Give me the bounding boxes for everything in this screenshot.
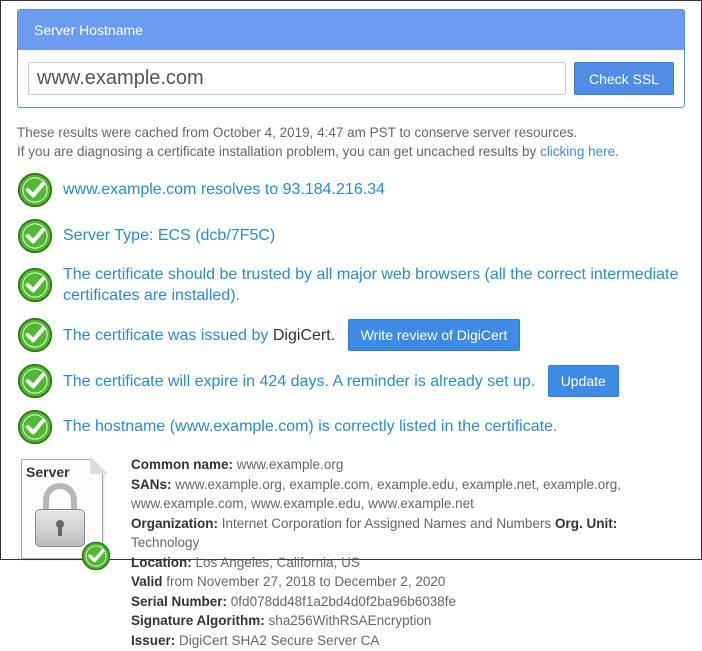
check-icon	[17, 267, 53, 303]
server-label: Server	[26, 464, 70, 480]
check-icon	[17, 409, 53, 445]
check-icon	[81, 541, 111, 571]
result-trusted: The certificate should be trusted by all…	[17, 264, 685, 307]
result-text: The certificate was issued by DigiCert. …	[63, 319, 520, 351]
uncached-link[interactable]: clicking here	[540, 144, 615, 159]
certificate-details: Server Common name: www.example.org SANs…	[17, 455, 685, 651]
cache-note-line2: If you are diagnosing a certificate inst…	[17, 143, 685, 162]
result-issuer: The certificate was issued by DigiCert. …	[17, 317, 685, 353]
check-icon	[17, 363, 53, 399]
check-icon	[17, 317, 53, 353]
result-server-type: Server Type: ECS (dcb/7F5C)	[17, 218, 685, 254]
hostname-input[interactable]	[28, 62, 566, 95]
write-review-button[interactable]: Write review of DigiCert	[348, 319, 521, 351]
result-text: The hostname (www.example.com) is correc…	[63, 416, 557, 438]
update-reminder-button[interactable]: Update	[548, 365, 619, 397]
result-text: www.example.com resolves to 93.184.216.3…	[63, 179, 385, 201]
results-list: www.example.com resolves to 93.184.216.3…	[17, 172, 685, 445]
result-text: Server Type: ECS (dcb/7F5C)	[63, 225, 275, 247]
check-ssl-button[interactable]: Check SSL	[574, 62, 674, 95]
result-text: The certificate should be trusted by all…	[63, 264, 685, 307]
server-lock-icon: Server	[17, 455, 113, 651]
hostname-panel: Server Hostname Check SSL	[17, 9, 685, 108]
details-list: Common name: www.example.org SANs: www.e…	[131, 455, 685, 651]
cache-note-line1: These results were cached from October 4…	[17, 124, 685, 143]
panel-title: Server Hostname	[18, 10, 684, 50]
check-icon	[17, 218, 53, 254]
check-icon	[17, 172, 53, 208]
result-hostname-match: The hostname (www.example.com) is correc…	[17, 409, 685, 445]
cache-note: These results were cached from October 4…	[17, 124, 685, 162]
panel-body: Check SSL	[18, 50, 684, 107]
result-text: The certificate will expire in 424 days.…	[63, 365, 619, 397]
result-resolves: www.example.com resolves to 93.184.216.3…	[17, 172, 685, 208]
result-expiry: The certificate will expire in 424 days.…	[17, 363, 685, 399]
